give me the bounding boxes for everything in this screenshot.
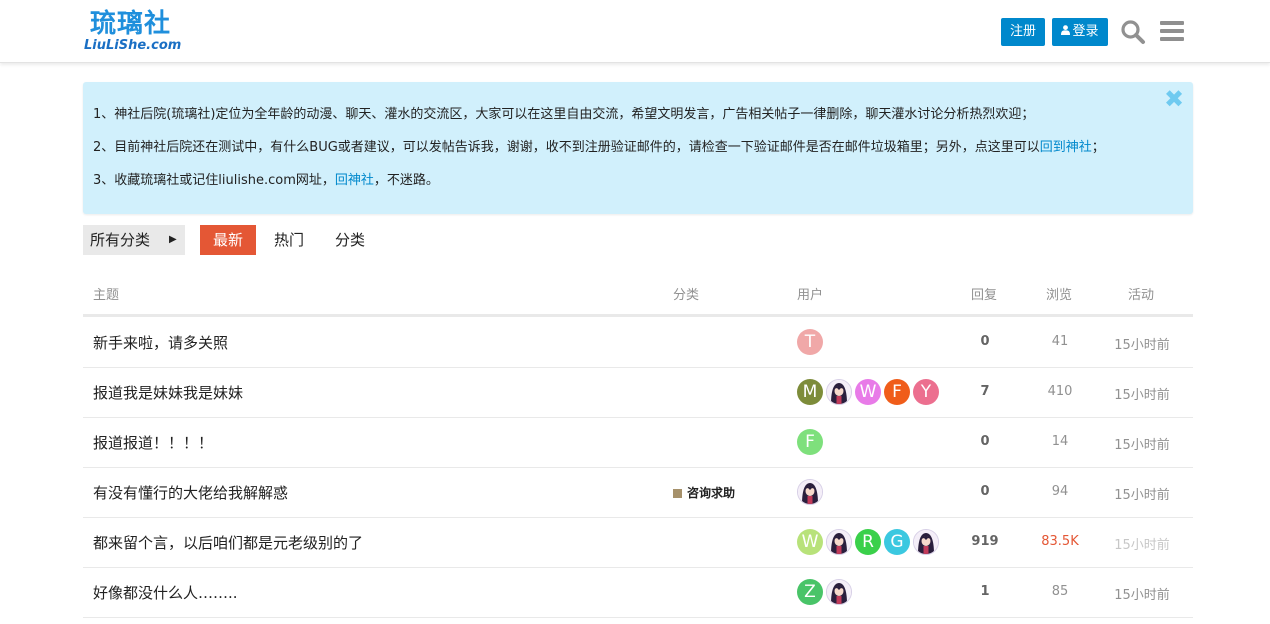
tab-top[interactable]: 热门 xyxy=(266,225,312,255)
avatar-letter[interactable]: R xyxy=(855,529,881,555)
category-badge[interactable]: 咨询求助 xyxy=(673,484,735,501)
return-shrine-link[interactable]: 回神社 xyxy=(335,173,374,188)
avatar-letter[interactable]: W xyxy=(797,529,823,555)
avatar-image[interactable] xyxy=(797,479,823,505)
close-icon[interactable]: ✖ xyxy=(1163,87,1185,111)
topic-row[interactable]: 有没有懂行的大佬给我解解惑 咨询求助 0 94 15小时前 xyxy=(83,467,1193,518)
topic-title[interactable]: 报道报道！！！！ xyxy=(93,432,213,453)
reply-count: 0 xyxy=(980,434,990,449)
topic-row[interactable]: 报道我是妹妹我是妹妹 M W F Y 7 410 15小时前 xyxy=(83,367,1193,418)
view-count: 85 xyxy=(1051,584,1069,599)
avatar-image[interactable] xyxy=(826,579,852,605)
view-count: 41 xyxy=(1051,334,1069,349)
login-button[interactable]: 登录 xyxy=(1052,18,1108,46)
category-dropdown[interactable]: 所有分类 ▶ xyxy=(83,225,185,255)
topic-title[interactable]: 有没有懂行的大佬给我解解惑 xyxy=(93,482,288,503)
view-count: 14 xyxy=(1051,434,1069,449)
avatar-image[interactable] xyxy=(913,529,939,555)
avatar-letter[interactable]: F xyxy=(797,429,823,455)
category-color-square xyxy=(673,489,682,498)
notice-line-1: 1、神社后院(琉璃社)定位为全年龄的动漫、聊天、灌水的交流区，大家可以在这里自由… xyxy=(93,107,1035,122)
tab-categories[interactable]: 分类 xyxy=(326,225,374,255)
avatar-letter[interactable]: M xyxy=(797,379,823,405)
topic-row[interactable]: 新手来啦，请多关照 T 0 41 15小时前 xyxy=(83,317,1193,368)
site-header: 琉璃社 LiuLiShe.com 注册 登录 xyxy=(0,0,1270,63)
avatar-letter[interactable]: Y xyxy=(913,379,939,405)
notice-line-2: 2、目前神社后院还在测试中，有什么BUG或者建议，可以发帖告诉我，谢谢，收不到注… xyxy=(93,140,1105,155)
avatar-letter[interactable]: Z xyxy=(797,579,823,605)
last-activity[interactable]: 15小时前 xyxy=(1107,384,1177,403)
avatar-letter[interactable]: W xyxy=(855,379,881,405)
column-header-replies[interactable]: 回复 xyxy=(971,284,997,303)
notice-line-3: 3、收藏琉璃社或记住liulishe.com网址，回神社，不迷路。 xyxy=(93,173,439,188)
caret-right-icon: ▶ xyxy=(169,234,177,245)
last-activity[interactable]: 15小时前 xyxy=(1107,534,1177,553)
tab-latest[interactable]: 最新 xyxy=(200,225,256,255)
view-count: 410 xyxy=(1047,384,1073,399)
hamburger-menu-icon[interactable] xyxy=(1160,21,1184,41)
column-header-category[interactable]: 分类 xyxy=(673,284,699,303)
logo-english-text: LiuLiShe.com xyxy=(84,38,182,53)
avatar-letter[interactable]: F xyxy=(884,379,910,405)
topic-title[interactable]: 都来留个言，以后咱们都是元老级别的了 xyxy=(93,532,363,553)
avatar-image[interactable] xyxy=(826,379,852,405)
topic-row[interactable]: 好像都没什么人…….. Z 1 85 15小时前 xyxy=(83,567,1193,618)
reply-count: 1 xyxy=(980,584,990,599)
column-header-activity[interactable]: 活动 xyxy=(1128,284,1154,303)
reply-count: 919 xyxy=(971,534,999,549)
avatar-image[interactable] xyxy=(826,529,852,555)
login-label: 登录 xyxy=(1072,24,1099,39)
search-icon[interactable] xyxy=(1120,19,1146,45)
view-count: 83.5K xyxy=(1041,534,1079,549)
reply-count: 0 xyxy=(980,484,990,499)
last-activity[interactable]: 15小时前 xyxy=(1107,334,1177,353)
notice-banner: 1、神社后院(琉璃社)定位为全年龄的动漫、聊天、灌水的交流区，大家可以在这里自由… xyxy=(83,82,1193,214)
last-activity[interactable]: 15小时前 xyxy=(1107,584,1177,603)
last-activity[interactable]: 15小时前 xyxy=(1107,434,1177,453)
logo-chinese-text: 琉璃社 xyxy=(90,9,172,39)
signup-button[interactable]: 注册 xyxy=(1001,18,1045,46)
last-activity[interactable]: 15小时前 xyxy=(1107,484,1177,503)
topic-title[interactable]: 报道我是妹妹我是妹妹 xyxy=(93,382,243,403)
user-icon xyxy=(1061,18,1071,46)
topic-row[interactable]: 都来留个言，以后咱们都是元老级别的了 W R G 919 83.5K 15小时前 xyxy=(83,517,1193,568)
column-header-users[interactable]: 用户 xyxy=(797,284,823,303)
column-header-views[interactable]: 浏览 xyxy=(1046,284,1072,303)
view-count: 94 xyxy=(1051,484,1069,499)
topic-row[interactable]: 报道报道！！！！ F 0 14 15小时前 xyxy=(83,417,1193,468)
topic-title[interactable]: 新手来啦，请多关照 xyxy=(93,332,228,353)
avatar-letter[interactable]: T xyxy=(797,329,823,355)
column-header-topic[interactable]: 主题 xyxy=(93,284,119,303)
site-logo[interactable]: 琉璃社 LiuLiShe.com xyxy=(84,8,184,56)
category-dropdown-label: 所有分类 xyxy=(90,231,151,249)
back-to-shrine-link[interactable]: 回到神社 xyxy=(1040,140,1092,155)
reply-count: 0 xyxy=(980,334,990,349)
topic-title[interactable]: 好像都没什么人…….. xyxy=(93,582,238,603)
reply-count: 7 xyxy=(980,384,990,399)
avatar-letter[interactable]: G xyxy=(884,529,910,555)
